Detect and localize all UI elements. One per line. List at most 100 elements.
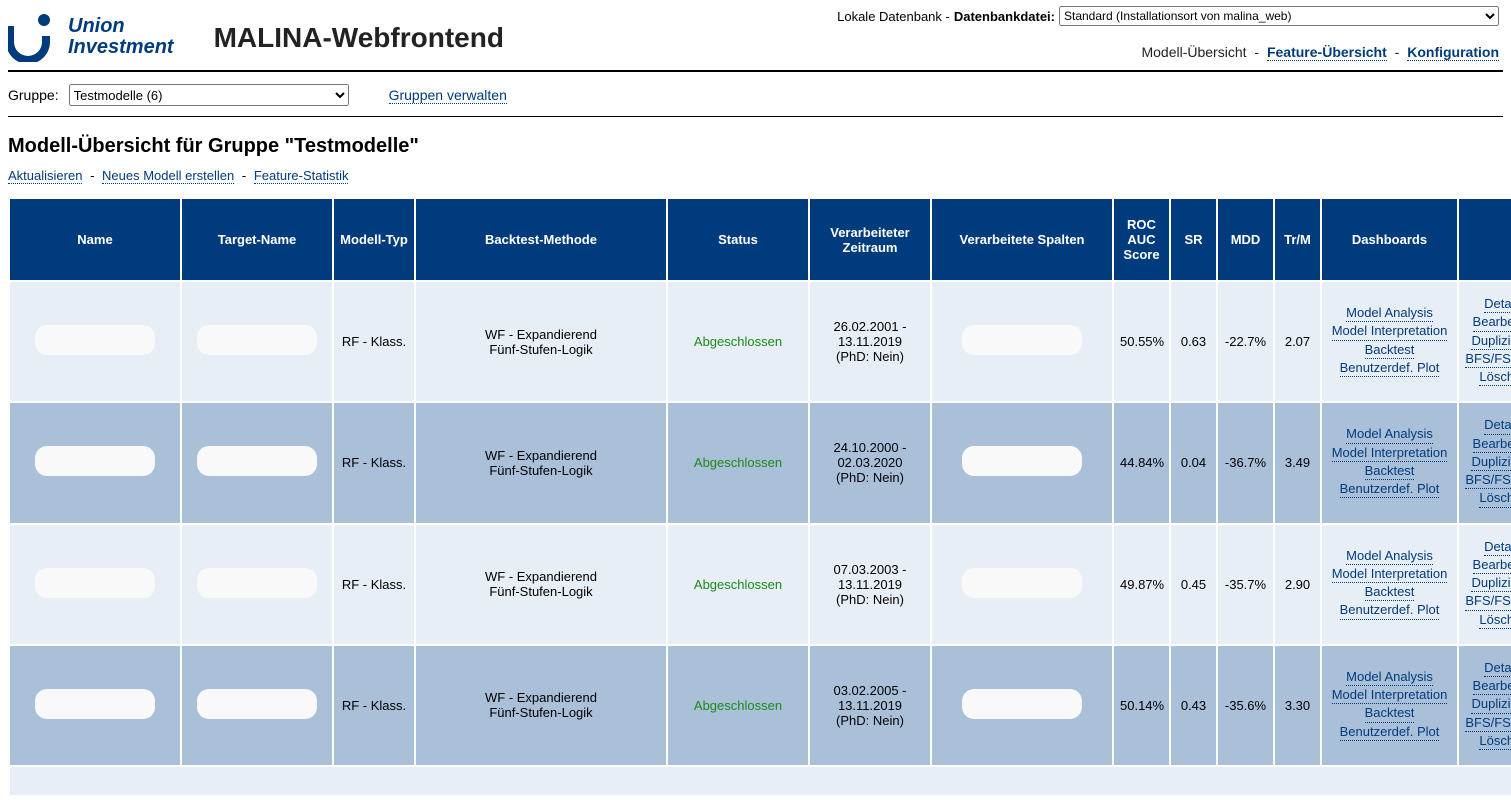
nav-model-overview: Modell-Übersicht <box>1141 44 1246 60</box>
th-columns: Verarbeitete Spalten <box>932 199 1112 280</box>
cell-columns <box>932 403 1112 522</box>
cell-trm: 3.49 <box>1275 403 1320 522</box>
link-edit[interactable]: Bearbeiten <box>1473 436 1511 453</box>
cell-period: 26.02.2001 -13.11.2019(PhD: Nein) <box>810 282 930 401</box>
cell-status: Abgeschlossen <box>668 282 808 401</box>
link-duplicate[interactable]: Duplizieren <box>1471 333 1511 350</box>
cell-name <box>10 525 180 644</box>
app-title: MALINA-Webfrontend <box>214 4 504 54</box>
cell-model-type: RF - Klass. <box>334 282 414 401</box>
redacted-target <box>197 325 317 355</box>
cell-name <box>10 646 180 765</box>
cell-target <box>182 646 332 765</box>
nav-feature-overview[interactable]: Feature-Übersicht <box>1267 44 1387 61</box>
cell-dashboards: Model AnalysisModel InterpretationBackte… <box>1322 525 1457 644</box>
redacted-name <box>35 568 155 598</box>
cell-trm: 2.07 <box>1275 282 1320 401</box>
actions-sep-2: - <box>238 168 254 183</box>
redacted-target <box>197 689 317 719</box>
link-delete[interactable]: Löschen <box>1479 612 1511 629</box>
redacted-columns <box>962 446 1082 476</box>
cell-actions: Details BearbeitenDuplizierenBFS/FS/HPOLö… <box>1459 403 1511 522</box>
link-user-plot[interactable]: Benutzerdef. Plot <box>1340 481 1440 498</box>
link-edit[interactable]: Bearbeiten <box>1473 678 1511 695</box>
cell-columns <box>932 525 1112 644</box>
cell-model-type: RF - Klass. <box>334 525 414 644</box>
cell-sr: 0.45 <box>1171 525 1216 644</box>
th-period: Verarbeiteter Zeitraum <box>810 199 930 280</box>
table-row: RF - Klass.WF - ExpandierendFünf-Stufen-… <box>10 525 1511 644</box>
th-target: Target-Name <box>182 199 332 280</box>
cell-mdd: -35.6% <box>1218 646 1273 765</box>
link-details[interactable]: Details <box>1484 539 1511 556</box>
status-done-text: Abgeschlossen <box>694 577 782 592</box>
redacted-target <box>197 568 317 598</box>
nav-sep-2: - <box>1391 44 1408 60</box>
cell-status: Abgeschlossen <box>668 525 808 644</box>
link-details[interactable]: Details <box>1484 417 1511 434</box>
link-model-analysis[interactable]: Model Analysis <box>1346 426 1433 443</box>
cell-model-type: RF - Klass. <box>334 403 414 522</box>
th-sr: SR <box>1171 199 1216 280</box>
link-model-analysis[interactable]: Model Analysis <box>1346 305 1433 322</box>
link-user-plot[interactable]: Benutzerdef. Plot <box>1340 602 1440 619</box>
link-backtest[interactable]: Backtest <box>1365 705 1415 722</box>
redacted-name <box>35 325 155 355</box>
actions-sep-1: - <box>86 168 102 183</box>
link-edit[interactable]: Bearbeiten <box>1473 557 1511 574</box>
cell-roc: 44.84% <box>1114 403 1169 522</box>
refresh-link[interactable]: Aktualisieren <box>8 168 82 184</box>
cell-sr: 0.63 <box>1171 282 1216 401</box>
link-bfs-fs-hpo[interactable]: BFS/FS/HPO <box>1465 715 1511 732</box>
link-delete[interactable]: Löschen <box>1479 733 1511 750</box>
link-model-analysis[interactable]: Model Analysis <box>1346 548 1433 565</box>
redacted-name <box>35 689 155 719</box>
cell-period: 07.03.2003 -13.11.2019(PhD: Nein) <box>810 525 930 644</box>
status-done-text: Abgeschlossen <box>694 698 782 713</box>
feature-stat-link[interactable]: Feature-Statistik <box>254 168 349 184</box>
cell-name <box>10 282 180 401</box>
cell-sr: 0.43 <box>1171 646 1216 765</box>
cell-trm: 3.30 <box>1275 646 1320 765</box>
link-duplicate[interactable]: Duplizieren <box>1471 696 1511 713</box>
link-bfs-fs-hpo[interactable]: BFS/FS/HPO <box>1465 593 1511 610</box>
group-select[interactable]: Testmodelle (6) <box>69 84 349 106</box>
link-model-interpretation[interactable]: Model Interpretation <box>1332 687 1448 704</box>
cell-dashboards: Model Analysis Model InterpretationBackte… <box>1322 403 1457 522</box>
link-model-analysis[interactable]: Model Analysis <box>1346 669 1433 686</box>
link-model-interpretation[interactable]: Model Interpretation <box>1332 445 1448 462</box>
link-backtest[interactable]: Backtest <box>1365 584 1415 601</box>
link-edit[interactable]: Bearbeiten <box>1473 314 1511 331</box>
new-model-link[interactable]: Neues Modell erstellen <box>102 168 234 184</box>
link-bfs-fs-hpo[interactable]: BFS/FS/HPO <box>1465 351 1511 368</box>
cell-mdd: -35.7% <box>1218 525 1273 644</box>
link-model-interpretation[interactable]: Model Interpretation <box>1332 323 1448 340</box>
db-file-select[interactable]: Standard (Installationsort von malina_we… <box>1059 6 1499 26</box>
nav-configuration[interactable]: Konfiguration <box>1407 44 1499 61</box>
cell-columns <box>932 646 1112 765</box>
th-status: Status <box>668 199 808 280</box>
cell-mdd: -22.7% <box>1218 282 1273 401</box>
cell-target <box>182 403 332 522</box>
link-duplicate[interactable]: Duplizieren <box>1471 575 1511 592</box>
link-backtest[interactable]: Backtest <box>1365 342 1415 359</box>
th-backtest-method: Backtest-Methode <box>416 199 666 280</box>
link-delete[interactable]: Löschen <box>1479 490 1511 507</box>
table-row: RF - Klass.WF - ExpandierendFünf-Stufen-… <box>10 282 1511 401</box>
link-model-interpretation[interactable]: Model Interpretation <box>1332 566 1448 583</box>
link-details[interactable]: Details <box>1484 660 1511 677</box>
redacted-columns <box>962 325 1082 355</box>
cell-dashboards: Model AnalysisModel InterpretationBackte… <box>1322 646 1457 765</box>
link-bfs-fs-hpo[interactable]: BFS/FS/HPO <box>1465 472 1511 489</box>
th-trm: Tr/M <box>1275 199 1320 280</box>
link-backtest[interactable]: Backtest <box>1365 463 1415 480</box>
link-duplicate[interactable]: Duplizieren <box>1471 454 1511 471</box>
link-delete[interactable]: Löschen <box>1479 369 1511 386</box>
manage-groups-link[interactable]: Gruppen verwalten <box>389 87 507 104</box>
cell-trm: 2.90 <box>1275 525 1320 644</box>
cell-period: 03.02.2005 -13.11.2019(PhD: Nein) <box>810 646 930 765</box>
link-details[interactable]: Details <box>1484 296 1511 313</box>
table-row: RF - Klass.WF - ExpandierendFünf-Stufen-… <box>10 403 1511 522</box>
link-user-plot[interactable]: Benutzerdef. Plot <box>1340 360 1440 377</box>
link-user-plot[interactable]: Benutzerdef. Plot <box>1340 724 1440 741</box>
